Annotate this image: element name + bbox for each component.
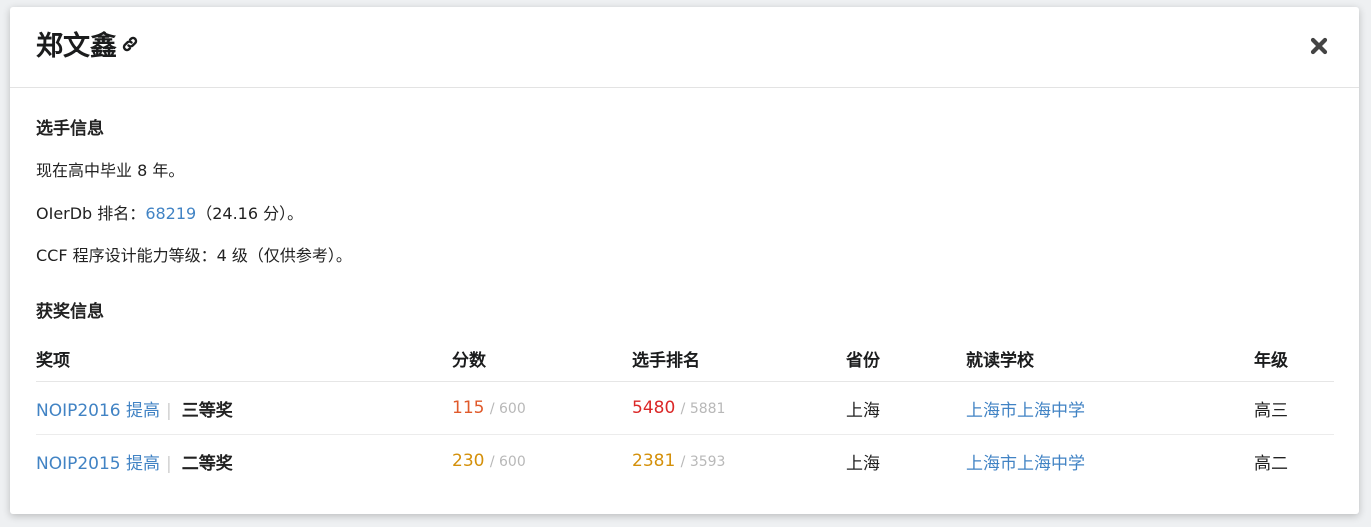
province-cell: 上海 — [846, 453, 880, 474]
province-cell: 上海 — [846, 381, 966, 435]
score-value: 230 — [452, 451, 485, 471]
award-cell: NOIP2015 提高 | 二等奖 — [36, 435, 452, 488]
rank-value: 5480 — [632, 398, 676, 418]
score-cell: 115 / 600 — [452, 381, 632, 435]
player-name-title: 郑文鑫 — [36, 27, 139, 68]
school-link[interactable]: 上海市上海中学 — [966, 454, 1085, 474]
oierdb-prefix: OIerDb 排名： — [36, 204, 146, 223]
header-rank[interactable]: 选手排名 — [632, 335, 846, 382]
score-value: 115 — [452, 398, 485, 418]
school-cell: 上海市上海中学 — [966, 435, 1254, 488]
header-grade[interactable]: 年级 — [1254, 335, 1334, 382]
header-province[interactable]: 省份 — [846, 335, 966, 382]
awards-table: 奖项 分数 选手排名 省份 就读学校 年级 NOIP2016 提高 | 三等奖 11… — [36, 335, 1334, 487]
separator: | — [166, 453, 172, 474]
rank-total: / 3593 — [680, 454, 726, 470]
score-total: / 600 — [489, 401, 526, 417]
prize-label: 三等奖 — [181, 400, 233, 421]
section-awards-info: 获奖信息 — [36, 302, 104, 322]
graduation-text: 现在高中毕业 8 年。 — [36, 161, 185, 180]
table-row: NOIP2015 提高 | 二等奖 230 / 600 2381 / 3593 上海… — [36, 435, 1334, 488]
header-school[interactable]: 就读学校 — [966, 335, 1254, 382]
oierdb-suffix: （24.16 分）。 — [196, 204, 304, 223]
header-award[interactable]: 奖项 — [36, 335, 452, 382]
section-player-info: 选手信息 — [36, 119, 104, 139]
oierdb-rank-line: OIerDb 排名：68219（24.16 分）。 — [36, 200, 303, 224]
contest-link[interactable]: NOIP2015 提高 — [36, 454, 160, 474]
player-name: 郑文鑫 — [36, 31, 117, 62]
prize-label: 二等奖 — [181, 453, 233, 474]
close-icon[interactable] — [1309, 36, 1329, 56]
award-cell: NOIP2016 提高 | 三等奖 — [36, 381, 452, 435]
oierdb-rank-link[interactable]: 68219 — [145, 204, 196, 223]
rank-cell: 2381 / 3593 — [632, 435, 846, 488]
grade-cell: 高二 — [1254, 453, 1288, 474]
score-cell: 230 / 600 — [452, 435, 632, 488]
contest-link[interactable]: NOIP2016 提高 — [36, 401, 160, 421]
rank-cell: 5480 / 5881 — [632, 381, 846, 435]
rank-value: 2381 — [632, 451, 676, 471]
modal-header: 郑文鑫 — [10, 7, 1359, 88]
table-header-row: 奖项 分数 选手排名 省份 就读学校 年级 — [36, 335, 1334, 382]
table-row: NOIP2016 提高 | 三等奖 115 / 600 5480 / 5881 上海… — [36, 381, 1334, 435]
player-modal: 郑文鑫 选手信息 现在高中毕业 8 年。 OIerDb 排名：68219（24.… — [10, 7, 1359, 514]
ccf-level-text: CCF 程序设计能力等级：4 级（仅供参考）。 — [36, 246, 352, 265]
school-link[interactable]: 上海市上海中学 — [966, 401, 1085, 421]
school-cell: 上海市上海中学 — [966, 381, 1254, 435]
rank-total: / 5881 — [680, 401, 726, 417]
grade-cell: 高三 — [1254, 381, 1334, 435]
score-total: / 600 — [489, 454, 526, 470]
header-score[interactable]: 分数 — [452, 335, 632, 382]
separator: | — [166, 400, 172, 421]
link-icon[interactable] — [121, 25, 139, 65]
